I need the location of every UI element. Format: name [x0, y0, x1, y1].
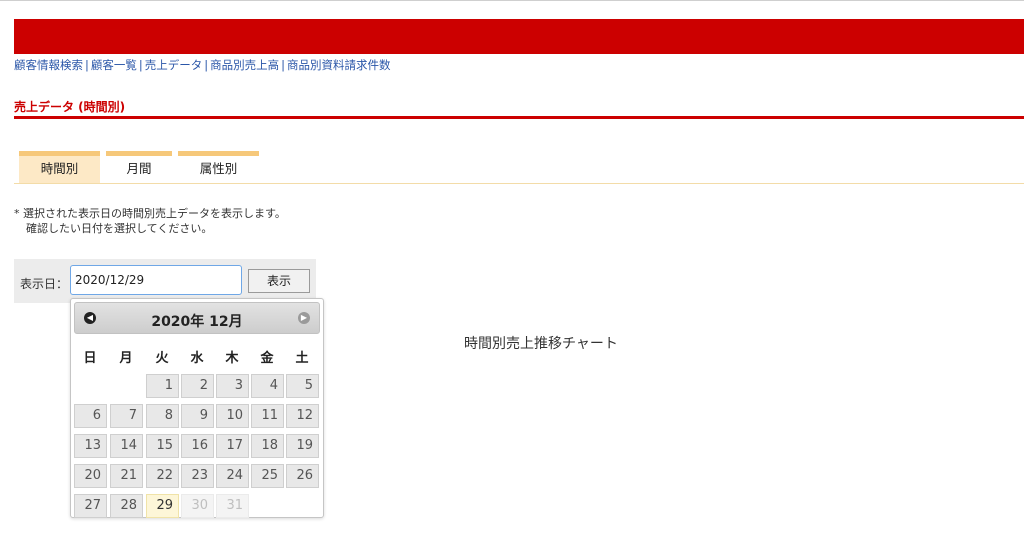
chart-title: 時間別売上推移チャート — [464, 336, 618, 352]
instruction-note: * 選択された表示日の時間別売上データを表示します。 確認したい日付を選択してく… — [14, 206, 286, 236]
datepicker-popup: ◀ 2020年 12月 ▶ 日月火水木金土 1 2 3 4 5 6 7 8 9 10 11 12 13 1… — [70, 298, 324, 518]
calendar-day[interactable]: 3 — [216, 374, 249, 398]
page-title: 売上データ (時間別) — [14, 100, 126, 114]
calendar-day[interactable]: 28 — [110, 494, 143, 518]
nav-separator: | — [204, 58, 209, 72]
nav-separator: | — [138, 58, 143, 72]
calendar-day[interactable]: 26 — [286, 464, 319, 488]
calendar-day: 31 — [216, 494, 249, 518]
calendar-day[interactable]: 5 — [286, 374, 319, 398]
tab-hourly[interactable]: 時間別 — [19, 151, 100, 183]
display-date-input[interactable] — [70, 265, 242, 295]
calendar-day[interactable]: 24 — [216, 464, 249, 488]
calendar-day[interactable]: 17 — [216, 434, 249, 458]
weekday-header: 木 — [225, 351, 239, 366]
top-border — [0, 0, 1024, 1]
weekday-header: 火 — [155, 351, 169, 366]
calendar-day[interactable]: 10 — [216, 404, 249, 428]
nav-product-sales[interactable]: 商品別売上高 — [210, 58, 279, 72]
nav-separator: | — [85, 58, 89, 72]
calendar-day[interactable]: 11 — [251, 404, 284, 428]
nav-product-inquiries[interactable]: 商品別資料請求件数 — [287, 58, 391, 72]
tab-attribute[interactable]: 属性別 — [178, 151, 259, 183]
weekday-header: 月 — [119, 351, 133, 366]
note-line-1: * 選択された表示日の時間別売上データを表示します。 — [14, 207, 286, 220]
calendar-day[interactable]: 4 — [251, 374, 284, 398]
title-divider — [14, 116, 1024, 119]
calendar-day[interactable]: 14 — [110, 434, 143, 458]
weekday-header: 金 — [260, 351, 274, 366]
nav-sales-data[interactable]: 売上データ — [145, 58, 203, 72]
calendar-day[interactable]: 2 — [181, 374, 214, 398]
weekday-header: 水 — [190, 351, 204, 366]
tab-monthly[interactable]: 月間 — [106, 151, 172, 183]
nav-separator: | — [281, 58, 285, 72]
note-line-2: 確認したい日付を選択してください。 — [26, 222, 213, 235]
calendar-day[interactable]: 27 — [74, 494, 107, 518]
date-label: 表示日： — [20, 277, 69, 291]
calendar-day[interactable]: 21 — [110, 464, 143, 488]
calendar-day[interactable]: 15 — [146, 434, 179, 458]
show-button[interactable]: 表示 — [248, 269, 310, 293]
tabs-divider — [14, 183, 1024, 184]
calendar-day[interactable]: 25 — [251, 464, 284, 488]
calendar-day[interactable]: 19 — [286, 434, 319, 458]
weekday-header: 日 — [83, 351, 97, 366]
calendar-day[interactable]: 18 — [251, 434, 284, 458]
calendar-day[interactable]: 12 — [286, 404, 319, 428]
date-filter-panel: 表示日： 表示 — [14, 259, 316, 303]
calendar-day[interactable]: 22 — [146, 464, 179, 488]
calendar-day[interactable]: 9 — [181, 404, 214, 428]
top-nav: 顧客情報検索 | 顧客一覧 | 売上データ | 商品別売上高 | 商品別資料請求件数 — [14, 57, 391, 73]
calendar-day[interactable]: 7 — [110, 404, 143, 428]
nav-customer-list[interactable]: 顧客一覧 — [91, 58, 137, 72]
calendar-day[interactable]: 13 — [74, 434, 107, 458]
datepicker-header: ◀ 2020年 12月 ▶ — [74, 302, 320, 334]
nav-customer-search[interactable]: 顧客情報検索 — [14, 58, 83, 72]
header-banner — [14, 19, 1024, 54]
calendar-day[interactable]: 29 — [146, 494, 179, 518]
next-month-icon[interactable]: ▶ — [298, 312, 310, 324]
calendar-day[interactable]: 8 — [146, 404, 179, 428]
calendar-day[interactable]: 23 — [181, 464, 214, 488]
calendar-day[interactable]: 20 — [74, 464, 107, 488]
calendar-day[interactable]: 6 — [74, 404, 107, 428]
datepicker-title: 2020年 12月 — [151, 314, 243, 330]
calendar-day[interactable]: 1 — [146, 374, 179, 398]
weekday-header: 土 — [295, 351, 309, 366]
calendar-day: 30 — [181, 494, 214, 518]
calendar-day[interactable]: 16 — [181, 434, 214, 458]
